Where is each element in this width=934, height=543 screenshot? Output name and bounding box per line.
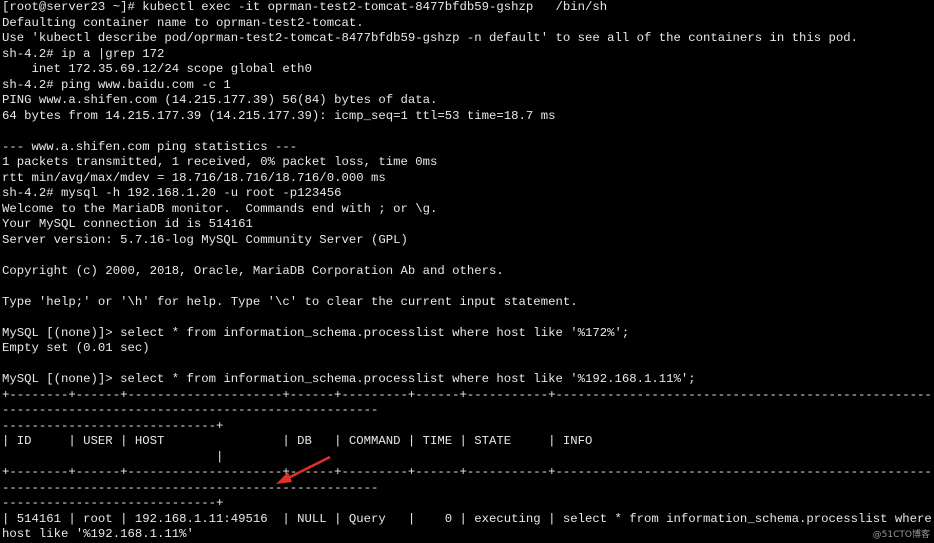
terminal-line: PING www.a.shifen.com (14.215.177.39) 56… xyxy=(2,93,438,107)
terminal-line: Type 'help;' or '\h' for help. Type '\c'… xyxy=(2,294,578,309)
terminal-line: [root@server23 ~]# kubectl exec -it oprm… xyxy=(2,0,608,14)
terminal-line: Empty set (0.01 sec) xyxy=(2,341,150,355)
terminal-line: +--------+------+---------------------+-… xyxy=(2,465,932,495)
terminal-line: | 514161 | root | 192.168.1.11:49516 | N… xyxy=(2,511,932,542)
terminal-line: -----------------------------+ xyxy=(2,496,224,510)
terminal-output[interactable]: [root@server23 ~]# kubectl exec -it oprm… xyxy=(0,0,934,543)
terminal-line: sh-4.2# ip a |grep 172 xyxy=(2,46,165,61)
terminal-line: | ID | USER | HOST | DB | COMMAND | TIME… xyxy=(2,434,593,448)
terminal-line: Welcome to the MariaDB monitor. Commands… xyxy=(2,201,438,216)
watermark: @51CTO博客 xyxy=(872,529,930,540)
terminal-line: +--------+------+---------------------+-… xyxy=(2,387,932,418)
terminal-line: Defaulting container name to oprman-test… xyxy=(2,15,364,30)
terminal-line: -----------------------------+ xyxy=(2,418,224,433)
terminal-line: sh-4.2# ping www.baidu.com -c 1 xyxy=(2,77,231,92)
terminal-line: inet 172.35.69.12/24 scope global eth0 xyxy=(2,62,312,76)
terminal-line: MySQL [(none)]> select * from informatio… xyxy=(2,372,696,386)
terminal-line: --- www.a.shifen.com ping statistics --- xyxy=(2,139,298,154)
terminal-line: sh-4.2# mysql -h 192.168.1.20 -u root -p… xyxy=(2,186,342,200)
terminal-line: | xyxy=(2,449,224,464)
terminal-line: Use 'kubectl describe pod/oprman-test2-t… xyxy=(2,31,859,45)
terminal-line: rtt min/avg/max/mdev = 18.716/18.716/18.… xyxy=(2,170,386,185)
terminal-line: Server version: 5.7.16-log MySQL Communi… xyxy=(2,232,408,247)
terminal-line: Copyright (c) 2000, 2018, Oracle, MariaD… xyxy=(2,263,504,278)
terminal-line: 64 bytes from 14.215.177.39 (14.215.177.… xyxy=(2,108,556,123)
terminal-line: MySQL [(none)]> select * from informatio… xyxy=(2,325,630,340)
terminal-line: Your MySQL connection id is 514161 xyxy=(2,217,253,231)
terminal-line: 1 packets transmitted, 1 received, 0% pa… xyxy=(2,155,438,169)
